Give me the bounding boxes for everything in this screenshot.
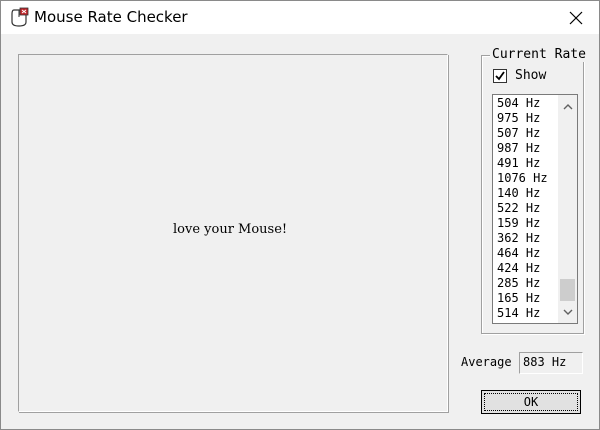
average-field: 883 Hz [519, 352, 583, 374]
close-icon [569, 11, 583, 24]
checkmark-icon [495, 70, 505, 80]
canvas-message: love your Mouse! [173, 222, 288, 237]
list-item[interactable]: 514 Hz [497, 306, 548, 321]
close-button[interactable] [553, 1, 599, 34]
list-item[interactable]: 491 Hz [497, 156, 548, 171]
average-value: 883 Hz [523, 355, 567, 369]
average-label: Average [461, 355, 512, 369]
window-title: Mouse Rate Checker [34, 8, 188, 26]
list-item[interactable]: 362 Hz [497, 231, 548, 246]
list-item[interactable]: 464 Hz [497, 246, 548, 261]
client-area: love your Mouse! Current Rate Show 504 H… [5, 34, 595, 425]
rate-listbox[interactable]: 504 Hz 975 Hz 507 Hz 987 Hz 491 Hz 1076 … [492, 94, 578, 324]
mouse-app-icon[interactable] [8, 6, 30, 28]
list-item[interactable]: 522 Hz [497, 201, 548, 216]
vertical-scrollbar[interactable] [558, 95, 577, 323]
ok-button[interactable]: OK [481, 390, 581, 414]
scroll-down-button[interactable] [558, 305, 577, 319]
list-item[interactable]: 285 Hz [497, 276, 548, 291]
scroll-thumb[interactable] [560, 279, 575, 301]
show-checkbox-label: Show [515, 68, 547, 83]
list-item[interactable]: 975 Hz [497, 111, 548, 126]
chevron-down-icon [563, 309, 572, 315]
list-item[interactable]: 1076 Hz [497, 171, 548, 186]
list-item[interactable]: 159 Hz [497, 216, 548, 231]
app-window: Mouse Rate Checker love your Mouse! Curr… [0, 0, 600, 430]
scroll-up-button[interactable] [558, 99, 577, 113]
mouse-test-area[interactable]: love your Mouse! [18, 54, 448, 412]
ok-button-label: OK [484, 393, 578, 411]
chevron-up-icon [563, 103, 572, 109]
show-checkbox-row[interactable]: Show [493, 68, 546, 83]
list-item[interactable]: 140 Hz [497, 186, 548, 201]
show-checkbox[interactable] [493, 68, 507, 83]
list-item[interactable]: 507 Hz [497, 126, 548, 141]
list-item[interactable]: 504 Hz [497, 96, 548, 111]
list-item[interactable]: 165 Hz [497, 291, 548, 306]
rate-list: 504 Hz 975 Hz 507 Hz 987 Hz 491 Hz 1076 … [497, 96, 548, 321]
current-rate-label: Current Rate [490, 47, 588, 62]
title-bar[interactable]: Mouse Rate Checker [1, 1, 599, 34]
list-item[interactable]: 987 Hz [497, 141, 548, 156]
list-item[interactable]: 424 Hz [497, 261, 548, 276]
